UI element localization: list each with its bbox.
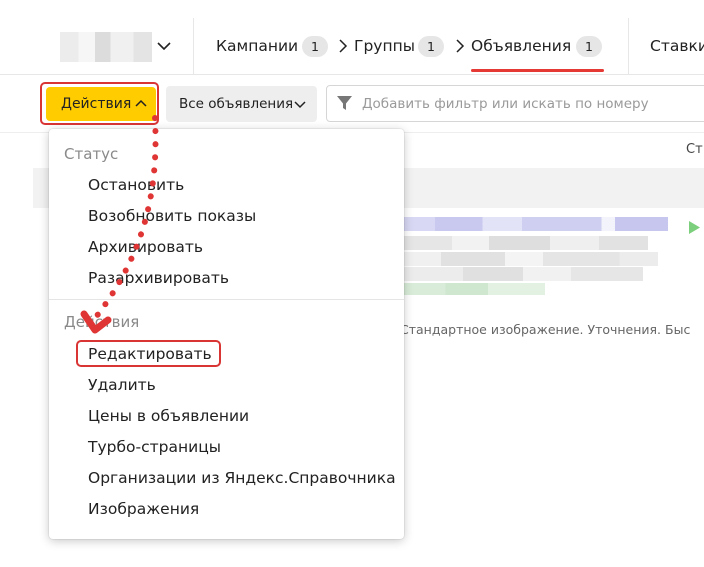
blurred-ad-text-line [403,236,648,250]
edit-highlight-frame [76,340,221,367]
chevron-down-icon[interactable] [156,38,172,54]
menu-item-stop[interactable]: Остановить [88,176,184,194]
filter-input[interactable] [362,87,702,120]
top-navigation: Кампании 1 Группы 1 Объявления 1 Ставки [0,0,704,75]
breadcrumb-ads[interactable]: Объявления [471,36,571,56]
menu-item-turbo-pages[interactable]: Турбо-страницы [88,438,221,456]
ads-count-badge: 1 [576,36,602,57]
column-header-partial: Ст [686,142,703,157]
menu-item-prices[interactable]: Цены в объявлении [88,407,249,425]
all-ads-label: Все объявления [179,96,294,112]
breadcrumb-groups[interactable]: Группы [354,36,415,56]
chevron-down-icon [294,101,306,109]
menu-divider [49,299,404,300]
play-icon [689,221,700,234]
menu-item-delete[interactable]: Удалить [88,376,156,394]
blurred-ad-text-line [403,252,658,266]
menu-item-resume[interactable]: Возобновить показы [88,207,256,225]
chevron-right-icon [456,39,465,53]
nav-separator [193,18,194,75]
tab-bids[interactable]: Ставки [650,36,704,56]
account-name-blurred[interactable] [60,32,152,62]
status-group-label: Статус [64,145,119,163]
actions-highlight-frame [40,82,159,125]
ad-extensions-caption: Стандартное изображение. Уточнения. Быс [400,322,691,337]
groups-count-badge: 1 [418,36,444,57]
filter-search-box[interactable] [326,85,704,122]
funnel-icon[interactable] [336,95,353,112]
actions-group-label: Действия [64,313,140,331]
breadcrumb-campaigns[interactable]: Кампании [216,36,298,56]
toolbar: Действия Все объявления [0,76,704,133]
blurred-ad-url [403,283,545,295]
nav-separator [628,18,629,75]
menu-item-images[interactable]: Изображения [88,500,199,518]
blurred-ad-text-line [403,267,643,281]
campaigns-count-badge: 1 [302,36,328,57]
actions-dropdown-menu: Статус Остановить Возобновить показы Арх… [49,129,404,539]
menu-item-organizations[interactable]: Организации из Яндекс.Справочника [88,469,396,487]
all-ads-dropdown[interactable]: Все объявления [166,86,317,122]
blurred-ad-title [403,217,668,231]
chevron-right-icon [339,39,348,53]
active-tab-underline [471,69,604,72]
menu-item-archive[interactable]: Архивировать [88,238,203,256]
menu-item-unarchive[interactable]: Разархивировать [88,269,229,287]
